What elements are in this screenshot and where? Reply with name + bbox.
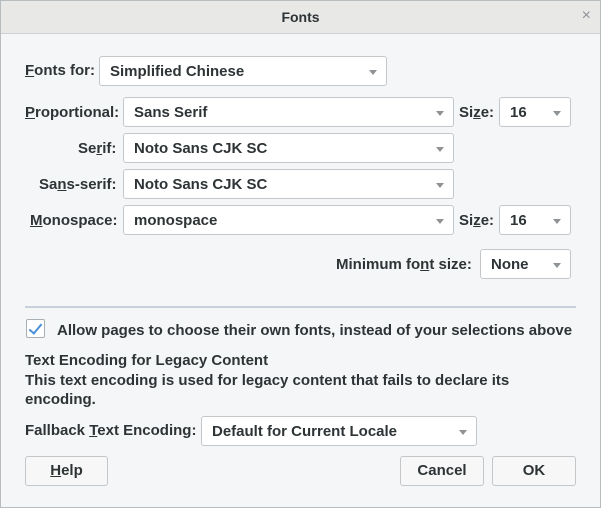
chevron-down-icon xyxy=(553,219,561,224)
minimum-font-size-label: Minimum font size: xyxy=(336,256,472,273)
sans-serif-dropdown[interactable]: Noto Sans CJK SC xyxy=(123,169,454,199)
fallback-encoding-value: Default for Current Locale xyxy=(212,423,398,440)
separator xyxy=(25,306,576,308)
legacy-heading: Text Encoding for Legacy Content xyxy=(25,352,269,369)
chevron-down-icon xyxy=(553,263,561,268)
dialog-title: Fonts xyxy=(281,9,320,25)
chevron-down-icon xyxy=(436,111,444,116)
ok-button[interactable]: OK xyxy=(492,456,576,486)
fonts-for-value: Simplified Chinese xyxy=(110,63,245,80)
help-button[interactable]: Help xyxy=(25,456,108,486)
chevron-down-icon xyxy=(436,147,444,152)
allow-pages-checkbox[interactable] xyxy=(26,319,45,338)
monospace-size-dropdown[interactable]: 16 xyxy=(499,205,571,235)
proportional-value: Sans Serif xyxy=(134,104,208,121)
monospace-value: monospace xyxy=(134,212,218,229)
close-icon[interactable]: × xyxy=(582,7,591,25)
serif-value: Noto Sans CJK SC xyxy=(134,140,268,157)
checkmark-icon xyxy=(28,320,43,335)
chevron-down-icon xyxy=(553,111,561,116)
proportional-size-value: 16 xyxy=(510,104,527,121)
chevron-down-icon xyxy=(436,219,444,224)
fallback-encoding-label: Fallback Text Encoding: xyxy=(25,422,197,439)
allow-pages-label[interactable]: Allow pages to choose their own fonts, i… xyxy=(57,322,572,339)
fonts-for-label: Fonts for: xyxy=(25,62,95,79)
sans-serif-label: Sans-serif: xyxy=(39,176,117,193)
sans-serif-value: Noto Sans CJK SC xyxy=(134,176,268,193)
chevron-down-icon xyxy=(436,183,444,188)
fonts-for-dropdown[interactable]: Simplified Chinese xyxy=(99,56,387,86)
minimum-font-size-value: None xyxy=(491,256,529,273)
proportional-size-label: Size: xyxy=(459,104,495,121)
serif-label: Serif: xyxy=(78,140,117,157)
monospace-size-value: 16 xyxy=(510,212,527,229)
serif-dropdown[interactable]: Noto Sans CJK SC xyxy=(123,133,454,163)
proportional-dropdown[interactable]: Sans Serif xyxy=(123,97,454,127)
legacy-description-line2: encoding. xyxy=(25,391,96,408)
monospace-dropdown[interactable]: monospace xyxy=(123,205,454,235)
proportional-label: Proportional: xyxy=(25,104,120,121)
minimum-font-size-dropdown[interactable]: None xyxy=(480,249,571,279)
chevron-down-icon xyxy=(459,430,467,435)
cancel-button[interactable]: Cancel xyxy=(400,456,484,486)
fallback-encoding-dropdown[interactable]: Default for Current Locale xyxy=(201,416,477,446)
fonts-dialog: Fonts × Fonts for: Simplified Chinese Pr… xyxy=(0,0,601,508)
monospace-label: Monospace: xyxy=(30,212,118,229)
title-bar: Fonts × xyxy=(1,1,600,34)
legacy-description-line1: This text encoding is used for legacy co… xyxy=(25,372,510,389)
chevron-down-icon xyxy=(369,70,377,75)
monospace-size-label: Size: xyxy=(459,212,495,229)
proportional-size-dropdown[interactable]: 16 xyxy=(499,97,571,127)
